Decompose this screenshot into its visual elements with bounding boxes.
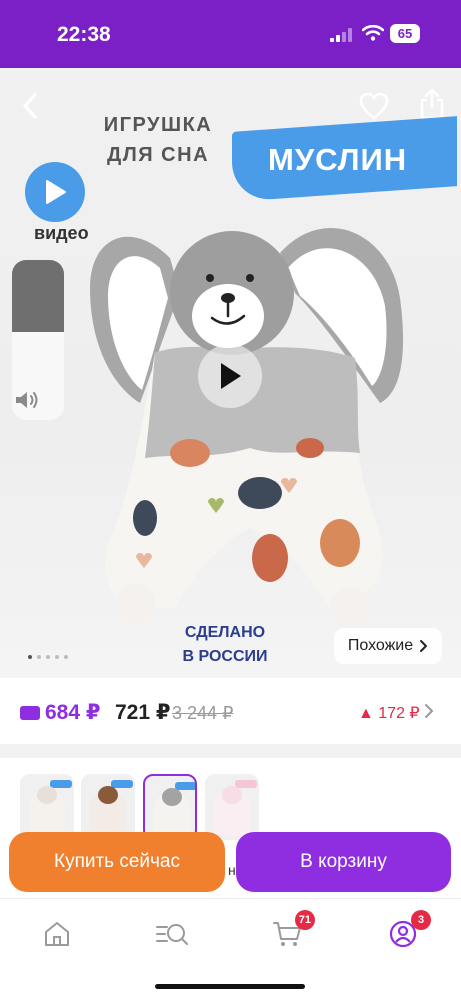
variant-thumbnail-2[interactable] (81, 774, 135, 840)
variant-thumbnail-3-selected[interactable] (143, 774, 197, 840)
thumb-badge (111, 780, 133, 788)
product-gallery[interactable]: ИГРУШКА ДЛЯ СНА МУСЛИН видео СДЕЛАНО В Р… (0, 68, 461, 678)
current-price: 721 ₽ (115, 701, 171, 724)
old-price: 3 244 ₽ (172, 703, 234, 723)
pagination-dot (37, 655, 41, 659)
favorite-button[interactable] (356, 88, 392, 124)
profile-badge: 3 (411, 910, 431, 930)
status-bar: 22:38 65 (0, 0, 461, 68)
cellular-signal-icon (330, 28, 352, 42)
thumb-head (222, 786, 242, 804)
tab-cart[interactable]: 71 (272, 910, 315, 949)
volume-level (12, 260, 64, 332)
tab-profile[interactable]: 3 (388, 910, 431, 949)
gallery-pagination (28, 655, 68, 659)
chevron-right-icon (420, 640, 428, 652)
speaker-icon (16, 392, 38, 408)
catalog-search-icon (156, 924, 188, 945)
back-button[interactable] (12, 88, 48, 124)
title-line-2: ДЛЯ СНА (106, 144, 210, 166)
thumb-badge (50, 780, 72, 788)
tab-home[interactable] (42, 919, 74, 949)
variant-thumbnail-4[interactable] (205, 774, 259, 840)
chevron-left-icon (23, 93, 37, 119)
play-icon (221, 363, 241, 389)
similar-label: Похожие (347, 637, 414, 654)
heart-icon (359, 92, 389, 120)
section-divider (0, 744, 461, 758)
pagination-dot (55, 655, 59, 659)
home-indicator (155, 984, 305, 989)
product-title-overlay: ИГРУШКА ДЛЯ СНА (88, 110, 228, 170)
battery-indicator: 65 (390, 24, 420, 43)
thumb-badge (175, 782, 195, 790)
made-in-line-2: В РОССИИ (182, 648, 268, 665)
thumb-head (162, 788, 182, 806)
wallet-icon (20, 706, 40, 720)
share-icon (420, 88, 444, 120)
cart-badge: 71 (294, 910, 315, 930)
thumb-head (98, 786, 118, 804)
title-line-1: ИГРУШКА (103, 114, 213, 136)
made-in-line-1: СДЕЛАНО (184, 624, 266, 641)
pagination-dot (64, 655, 68, 659)
video-play-button[interactable] (198, 344, 262, 408)
tab-catalog[interactable] (155, 919, 188, 949)
wifi-icon (362, 25, 384, 41)
bunny-toy-image (90, 227, 404, 628)
made-in-russia-label: СДЕЛАНО В РОССИИ (160, 621, 290, 669)
similar-button[interactable]: Похожие (334, 628, 442, 664)
status-time: 22:38 (57, 23, 111, 46)
pagination-dot (46, 655, 50, 659)
price-change: ▲ 172 ₽ (358, 705, 420, 722)
partially-hidden-text: н (228, 862, 236, 878)
thumb-badge (235, 780, 257, 788)
chevron-right-icon (425, 704, 433, 718)
price-row[interactable]: 684 ₽ 721 ₽ 3 244 ₽ ▲ 172 ₽ (0, 678, 461, 744)
thumb-head (37, 786, 57, 804)
buy-now-button[interactable]: Купить сейчас (9, 832, 225, 892)
muslin-badge: МУСЛИН (268, 142, 408, 177)
wallet-price: 684 ₽ (45, 701, 101, 724)
home-icon (45, 922, 69, 946)
add-to-cart-button[interactable]: В корзину (236, 832, 451, 892)
variant-thumbnail-1[interactable] (20, 774, 74, 840)
pagination-dot (28, 655, 32, 659)
